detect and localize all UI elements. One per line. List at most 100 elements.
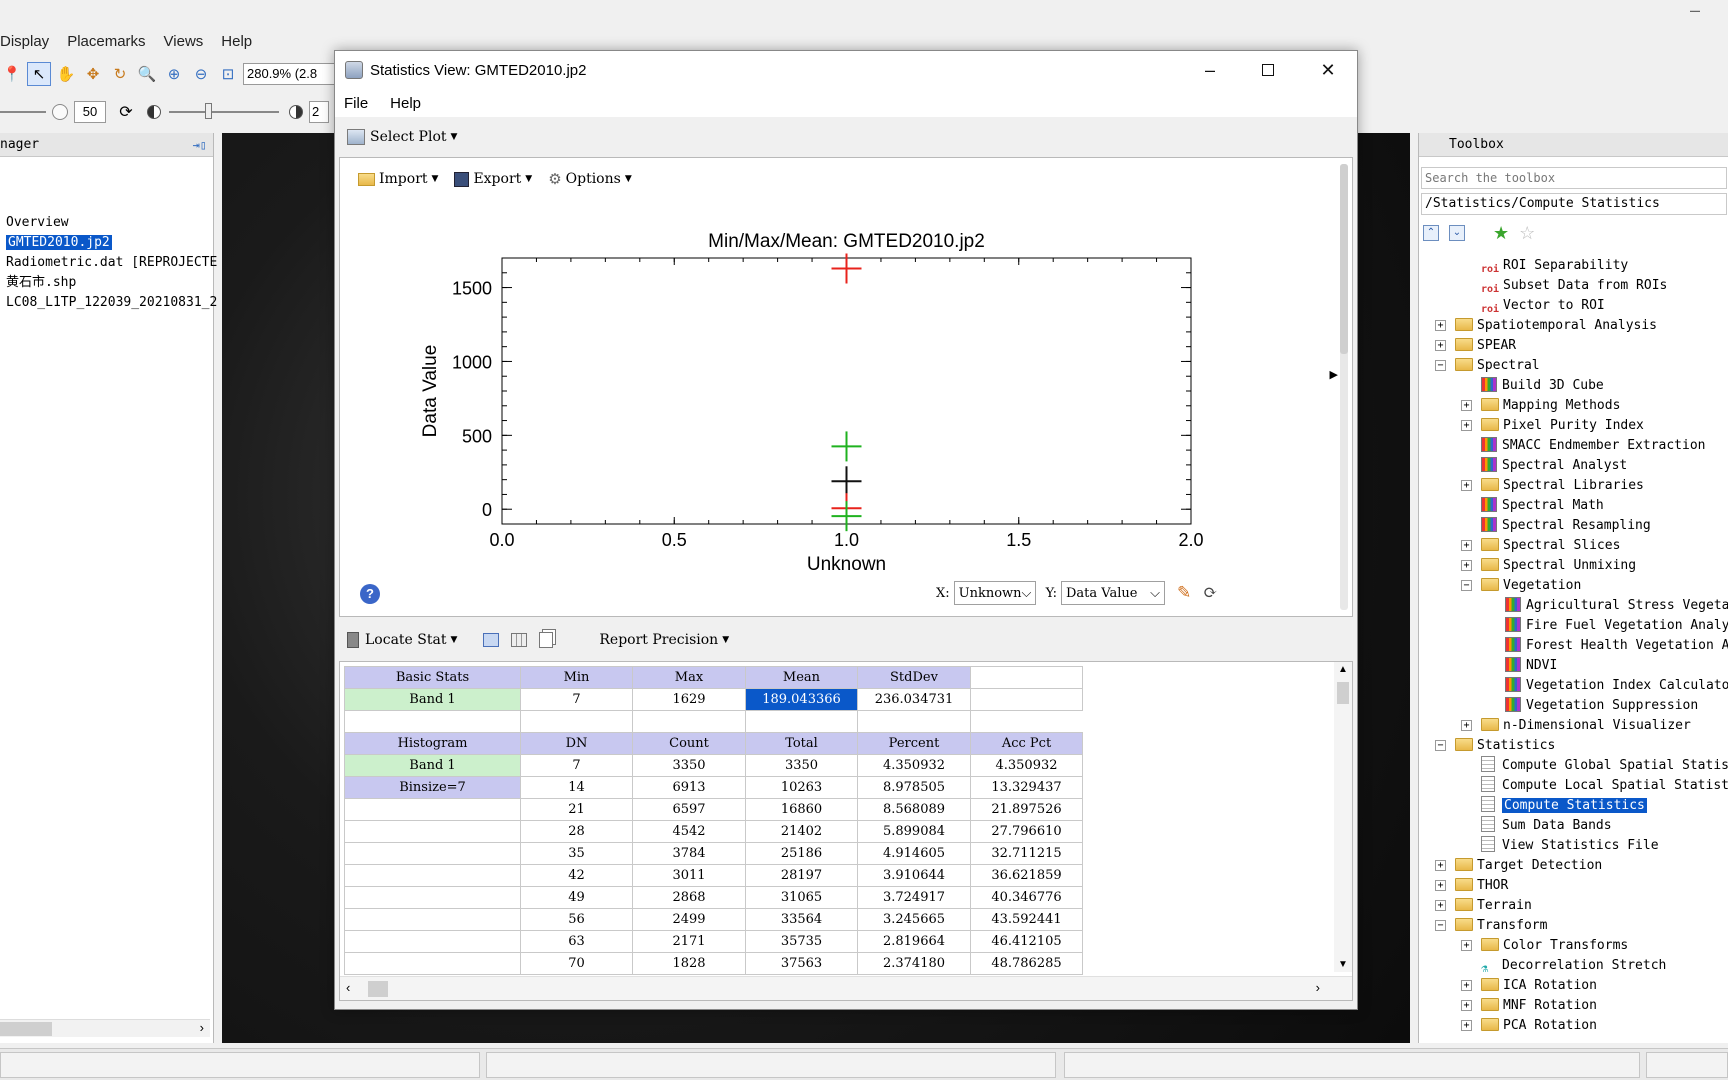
- scroll-down-icon[interactable]: ▼: [1338, 959, 1348, 970]
- table-cell[interactable]: 48.786285: [970, 952, 1083, 975]
- table-cell[interactable]: 7: [520, 754, 633, 777]
- table-hscroll-thumb[interactable]: [368, 981, 388, 997]
- table-cell[interactable]: 21.897526: [970, 798, 1083, 821]
- scroll-up-icon[interactable]: ▲: [1338, 664, 1348, 675]
- placemark-pin-icon[interactable]: 📍: [0, 62, 24, 86]
- toolbox-item[interactable]: roi Subset Data from ROIs: [1419, 276, 1728, 296]
- column-header[interactable]: Mean: [745, 666, 858, 689]
- toolbox-item[interactable]: + SPEAR: [1419, 336, 1728, 356]
- column-header[interactable]: Max: [632, 666, 746, 689]
- table-cell[interactable]: 5.899084: [857, 820, 971, 843]
- table-cell[interactable]: 1629: [632, 688, 746, 711]
- table-cell[interactable]: 33564: [745, 908, 858, 931]
- toolbox-item[interactable]: Compute Local Spatial Statistic: [1419, 776, 1728, 796]
- import-button[interactable]: Import ▼: [358, 171, 438, 187]
- scroll-left-icon[interactable]: ‹: [346, 980, 350, 995]
- zoom-out-icon[interactable]: ⊖: [189, 62, 213, 86]
- toolbox-item[interactable]: Fire Fuel Vegetation Analysi: [1419, 616, 1728, 636]
- zoom-level-field[interactable]: 280.9% (2.8: [243, 63, 335, 85]
- menu-views[interactable]: Views: [164, 33, 204, 50]
- table-cell[interactable]: 28: [520, 820, 633, 843]
- table-cell[interactable]: 21: [520, 798, 633, 821]
- layer-horizontal-scrollbar[interactable]: ›: [0, 1019, 210, 1037]
- brightness-knob-icon[interactable]: [52, 104, 68, 120]
- table-horizontal-scrollbar[interactable]: ‹ ›: [340, 976, 1352, 1000]
- table-cell[interactable]: 3.910644: [857, 864, 971, 887]
- layer-item-gmted2010[interactable]: GMTED2010.jp2: [0, 233, 217, 253]
- table-cell[interactable]: 49: [520, 886, 633, 909]
- table-cell[interactable]: 2.374180: [857, 952, 971, 975]
- toolbox-item[interactable]: Build 3D Cube: [1419, 376, 1728, 396]
- table-cell[interactable]: [344, 842, 521, 865]
- table-cell[interactable]: [344, 820, 521, 843]
- table-cell[interactable]: 4.914605: [857, 842, 971, 865]
- plot-vertical-scrollbar[interactable]: [1340, 164, 1348, 610]
- table-cell[interactable]: [344, 930, 521, 953]
- column-header[interactable]: Basic Stats: [344, 666, 521, 689]
- table-scroll-thumb[interactable]: [1337, 682, 1349, 704]
- layer-item-radiometric[interactable]: Radiometric.dat [REPROJECTE: [0, 253, 217, 273]
- collapse-node-icon[interactable]: −: [1435, 920, 1446, 931]
- toolbox-item[interactable]: + Terrain: [1419, 896, 1728, 916]
- toolbox-item[interactable]: roi ROI Separability: [1419, 256, 1728, 276]
- expand-node-icon[interactable]: +: [1461, 480, 1472, 491]
- table-cell[interactable]: 236.034731: [857, 688, 971, 711]
- rotate-icon[interactable]: ↻: [108, 62, 132, 86]
- toolbox-search-input[interactable]: Search the toolbox: [1421, 167, 1727, 189]
- toolbox-item[interactable]: + Spectral Libraries: [1419, 476, 1728, 496]
- zoom-in-icon[interactable]: ⊕: [162, 62, 186, 86]
- scroll-right-icon[interactable]: ›: [200, 1020, 204, 1035]
- table-cell[interactable]: 4542: [632, 820, 746, 843]
- mean-value-cell[interactable]: 189.043366: [745, 688, 858, 711]
- toolbox-item[interactable]: Spectral Analyst: [1419, 456, 1728, 476]
- toolbox-item[interactable]: + ICA Rotation: [1419, 976, 1728, 996]
- table-cell[interactable]: 6597: [632, 798, 746, 821]
- table-cell[interactable]: [857, 710, 971, 733]
- table-cell[interactable]: [970, 666, 1083, 689]
- close-button[interactable]: ✕: [1299, 51, 1357, 89]
- table-cell[interactable]: 2868: [632, 886, 746, 909]
- table-cell[interactable]: [520, 710, 633, 733]
- toolbox-item[interactable]: Compute Statistics: [1419, 796, 1728, 816]
- dialog-titlebar[interactable]: Statistics View: GMTED2010.jp2 – ✕: [335, 51, 1357, 89]
- table-cell[interactable]: 21402: [745, 820, 858, 843]
- minimize-button[interactable]: –: [1181, 51, 1239, 89]
- table-cell[interactable]: 2499: [632, 908, 746, 931]
- y-axis-select[interactable]: Data Value ⌵: [1061, 581, 1165, 605]
- toolbox-item[interactable]: − Vegetation: [1419, 576, 1728, 596]
- collapse-node-icon[interactable]: −: [1435, 360, 1446, 371]
- toolbox-item[interactable]: + Spectral Slices: [1419, 536, 1728, 556]
- table-cell[interactable]: 28197: [745, 864, 858, 887]
- expand-panel-arrow-icon[interactable]: ▶: [1330, 368, 1338, 381]
- toolbox-item[interactable]: Vegetation Index Calculator: [1419, 676, 1728, 696]
- toolbox-item[interactable]: + THOR: [1419, 876, 1728, 896]
- toolbox-item[interactable]: Spectral Resampling: [1419, 516, 1728, 536]
- table-cell[interactable]: [344, 710, 521, 733]
- toolbox-item[interactable]: roi Vector to ROI: [1419, 296, 1728, 316]
- toolbox-item[interactable]: + Mapping Methods: [1419, 396, 1728, 416]
- copy-icon[interactable]: [539, 632, 554, 648]
- export-button[interactable]: Export ▼: [454, 171, 532, 187]
- toolbox-item[interactable]: Agricultural Stress Vegetati: [1419, 596, 1728, 616]
- sharpen-value-field[interactable]: 2: [309, 101, 329, 123]
- toolbox-item[interactable]: + Pixel Purity Index: [1419, 416, 1728, 436]
- toolbox-path-field[interactable]: /Statistics/Compute Statistics: [1421, 193, 1727, 215]
- toolbox-item[interactable]: − Transform: [1419, 916, 1728, 936]
- table-cell[interactable]: Band 1: [344, 688, 521, 711]
- table-cell[interactable]: 16860: [745, 798, 858, 821]
- table-cell[interactable]: 13.329437: [970, 776, 1083, 799]
- toolbox-item[interactable]: View Statistics File: [1419, 836, 1728, 856]
- table-cell[interactable]: 1828: [632, 952, 746, 975]
- expand-node-icon[interactable]: +: [1435, 340, 1446, 351]
- collapse-all-icon[interactable]: ⌄: [1449, 225, 1465, 241]
- toolbox-item[interactable]: Sum Data Bands: [1419, 816, 1728, 836]
- expand-node-icon[interactable]: +: [1435, 860, 1446, 871]
- panel-dock-icon[interactable]: ⇥▯: [193, 138, 207, 152]
- table-cell[interactable]: [344, 798, 521, 821]
- layer-item-huangshi-shp[interactable]: 黄石市.shp: [0, 273, 217, 293]
- toolbox-item[interactable]: − Spectral: [1419, 356, 1728, 376]
- toolbox-item[interactable]: + Spectral Unmixing: [1419, 556, 1728, 576]
- table-cell[interactable]: 25186: [745, 842, 858, 865]
- expand-node-icon[interactable]: +: [1461, 980, 1472, 991]
- table-cell[interactable]: 3011: [632, 864, 746, 887]
